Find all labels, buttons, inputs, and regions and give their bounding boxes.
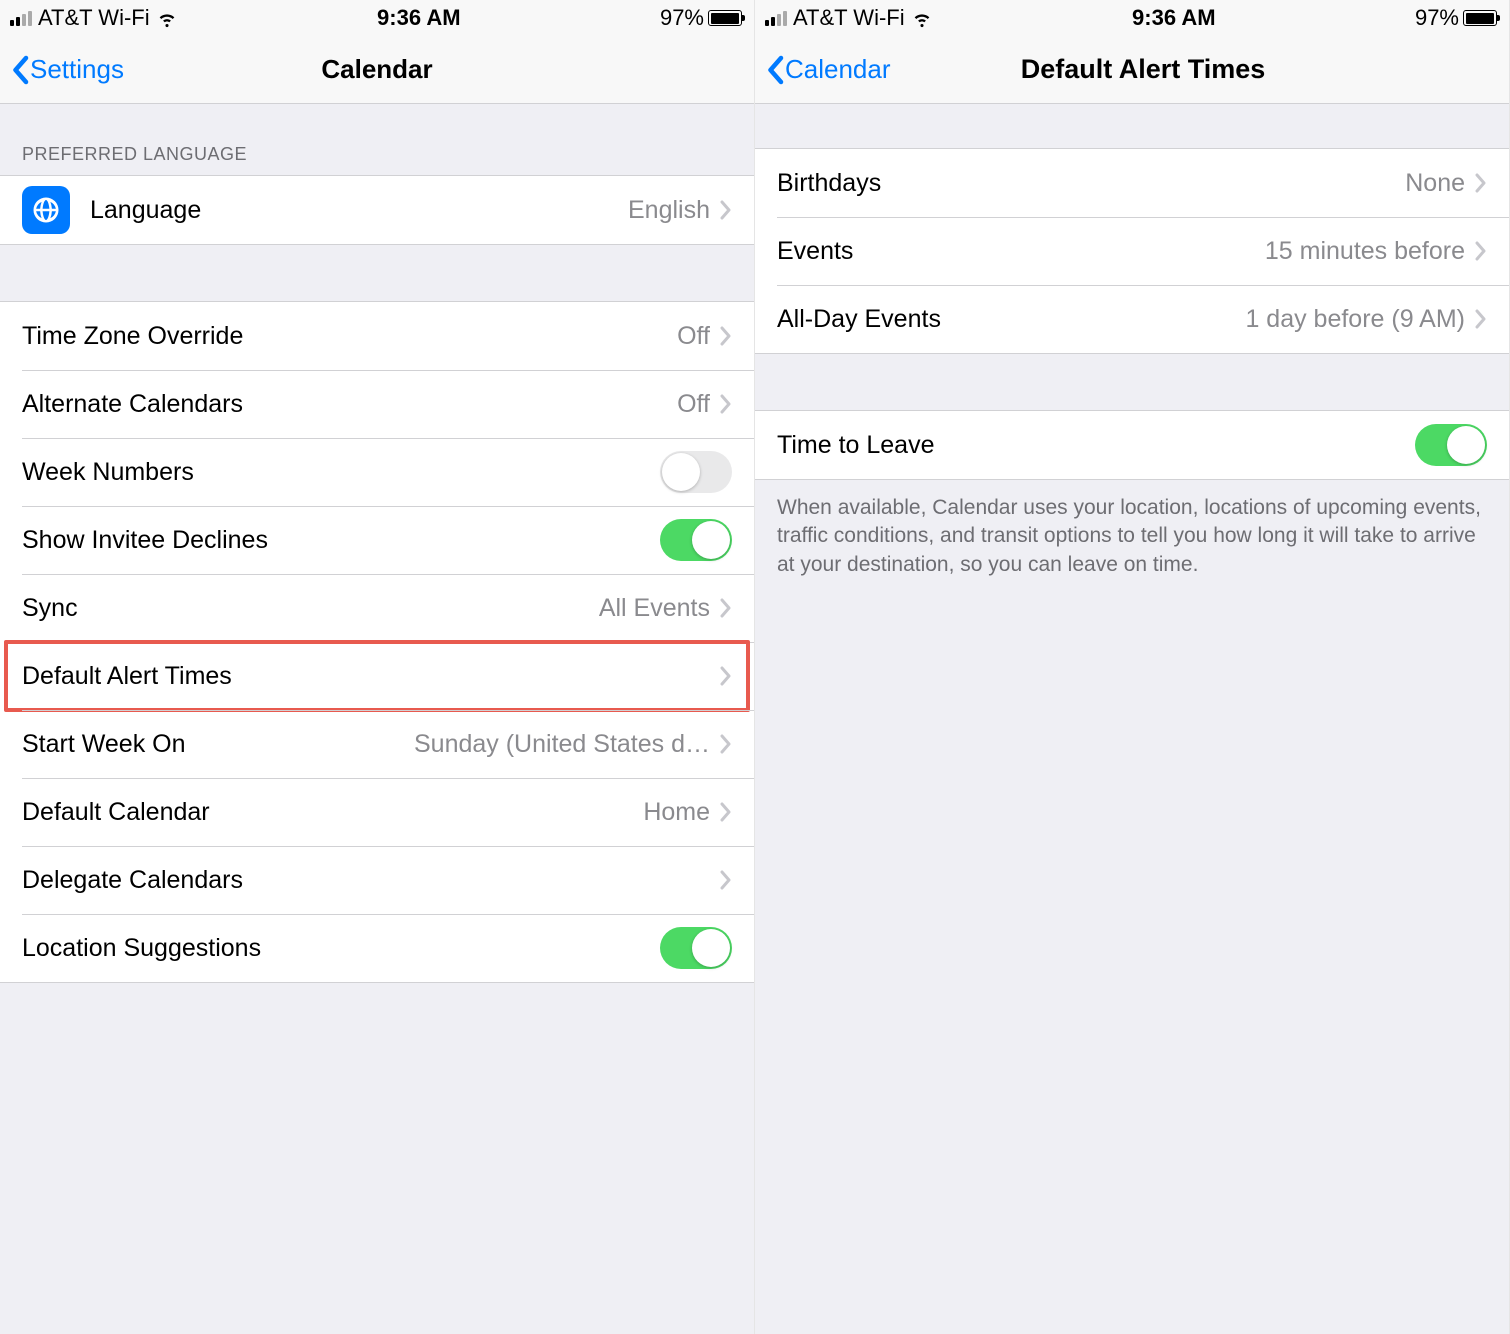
- row-show-invitee-declines[interactable]: Show Invitee Declines: [0, 506, 754, 574]
- chevron-right-icon: [1475, 241, 1487, 261]
- back-label: Settings: [30, 54, 124, 85]
- row-label: Location Suggestions: [22, 934, 660, 963]
- location-suggestions-switch[interactable]: [660, 927, 732, 969]
- row-label: Default Alert Times: [22, 662, 720, 691]
- nav-bar: Settings Calendar: [0, 36, 754, 104]
- chevron-right-icon: [720, 394, 732, 414]
- back-button[interactable]: Calendar: [765, 54, 891, 85]
- row-all-day-events[interactable]: All-Day Events 1 day before (9 AM): [755, 285, 1509, 353]
- row-value: Off: [677, 390, 710, 419]
- row-week-numbers[interactable]: Week Numbers: [0, 438, 754, 506]
- back-button[interactable]: Settings: [10, 54, 124, 85]
- row-delegate-calendars[interactable]: Delegate Calendars: [0, 846, 754, 914]
- chevron-right-icon: [720, 734, 732, 754]
- carrier-label: AT&T Wi-Fi: [38, 5, 150, 31]
- row-location-suggestions[interactable]: Location Suggestions: [0, 914, 754, 982]
- chevron-left-icon: [10, 55, 30, 85]
- chevron-right-icon: [720, 802, 732, 822]
- globe-icon: [22, 186, 70, 234]
- row-label: Delegate Calendars: [22, 866, 720, 895]
- time-to-leave-switch[interactable]: [1415, 424, 1487, 466]
- row-value: Sunday (United States d…: [414, 730, 710, 759]
- row-sync[interactable]: Sync All Events: [0, 574, 754, 642]
- row-label: Week Numbers: [22, 458, 660, 487]
- status-bar: AT&T Wi-Fi 9:36 AM 97%: [755, 0, 1509, 36]
- row-label: Events: [777, 237, 1265, 266]
- chevron-right-icon: [720, 870, 732, 890]
- battery-icon: [1463, 10, 1497, 26]
- row-birthdays[interactable]: Birthdays None: [755, 149, 1509, 217]
- row-label: Show Invitee Declines: [22, 526, 660, 555]
- row-value: 1 day before (9 AM): [1245, 305, 1465, 334]
- row-start-week-on[interactable]: Start Week On Sunday (United States d…: [0, 710, 754, 778]
- chevron-right-icon: [720, 326, 732, 346]
- battery-icon: [708, 10, 742, 26]
- row-value: Off: [677, 322, 710, 351]
- row-label: Birthdays: [777, 169, 1405, 198]
- row-label: Time to Leave: [777, 431, 1415, 460]
- chevron-right-icon: [1475, 309, 1487, 329]
- chevron-right-icon: [720, 200, 732, 220]
- signal-icon: [765, 11, 787, 26]
- row-default-calendar[interactable]: Default Calendar Home: [0, 778, 754, 846]
- right-screenshot: AT&T Wi-Fi 9:36 AM 97% Calendar Default …: [755, 0, 1510, 1334]
- row-label: Sync: [22, 594, 599, 623]
- invitee-declines-switch[interactable]: [660, 519, 732, 561]
- chevron-right-icon: [720, 666, 732, 686]
- signal-icon: [10, 11, 32, 26]
- carrier-label: AT&T Wi-Fi: [793, 5, 905, 31]
- row-value: None: [1405, 169, 1465, 198]
- battery-pct: 97%: [660, 5, 704, 31]
- row-label: Alternate Calendars: [22, 390, 677, 419]
- clock-label: 9:36 AM: [377, 5, 461, 31]
- row-value: All Events: [599, 594, 710, 623]
- status-bar: AT&T Wi-Fi 9:36 AM 97%: [0, 0, 754, 36]
- row-alternate-calendars[interactable]: Alternate Calendars Off: [0, 370, 754, 438]
- nav-bar: Calendar Default Alert Times: [755, 36, 1509, 104]
- clock-label: 9:36 AM: [1132, 5, 1216, 31]
- row-label: Start Week On: [22, 730, 414, 759]
- row-value: 15 minutes before: [1265, 237, 1465, 266]
- row-default-alert-times[interactable]: Default Alert Times: [0, 642, 754, 710]
- wifi-icon: [911, 7, 933, 29]
- row-language[interactable]: Language English: [0, 176, 754, 244]
- back-label: Calendar: [785, 54, 891, 85]
- chevron-left-icon: [765, 55, 785, 85]
- row-label: Default Calendar: [22, 798, 643, 827]
- row-value: English: [628, 196, 710, 225]
- row-time-zone-override[interactable]: Time Zone Override Off: [0, 302, 754, 370]
- wifi-icon: [156, 7, 178, 29]
- battery-pct: 97%: [1415, 5, 1459, 31]
- chevron-right-icon: [1475, 173, 1487, 193]
- row-time-to-leave[interactable]: Time to Leave: [755, 411, 1509, 479]
- row-label: Time Zone Override: [22, 322, 677, 351]
- row-label: All-Day Events: [777, 305, 1245, 334]
- left-screenshot: AT&T Wi-Fi 9:36 AM 97% Settings Calendar…: [0, 0, 755, 1334]
- footer-text: When available, Calendar uses your locat…: [755, 480, 1509, 579]
- chevron-right-icon: [720, 598, 732, 618]
- row-events[interactable]: Events 15 minutes before: [755, 217, 1509, 285]
- section-header-language: PREFERRED LANGUAGE: [0, 104, 754, 175]
- week-numbers-switch[interactable]: [660, 451, 732, 493]
- row-value: Home: [643, 798, 710, 827]
- row-label: Language: [90, 196, 628, 225]
